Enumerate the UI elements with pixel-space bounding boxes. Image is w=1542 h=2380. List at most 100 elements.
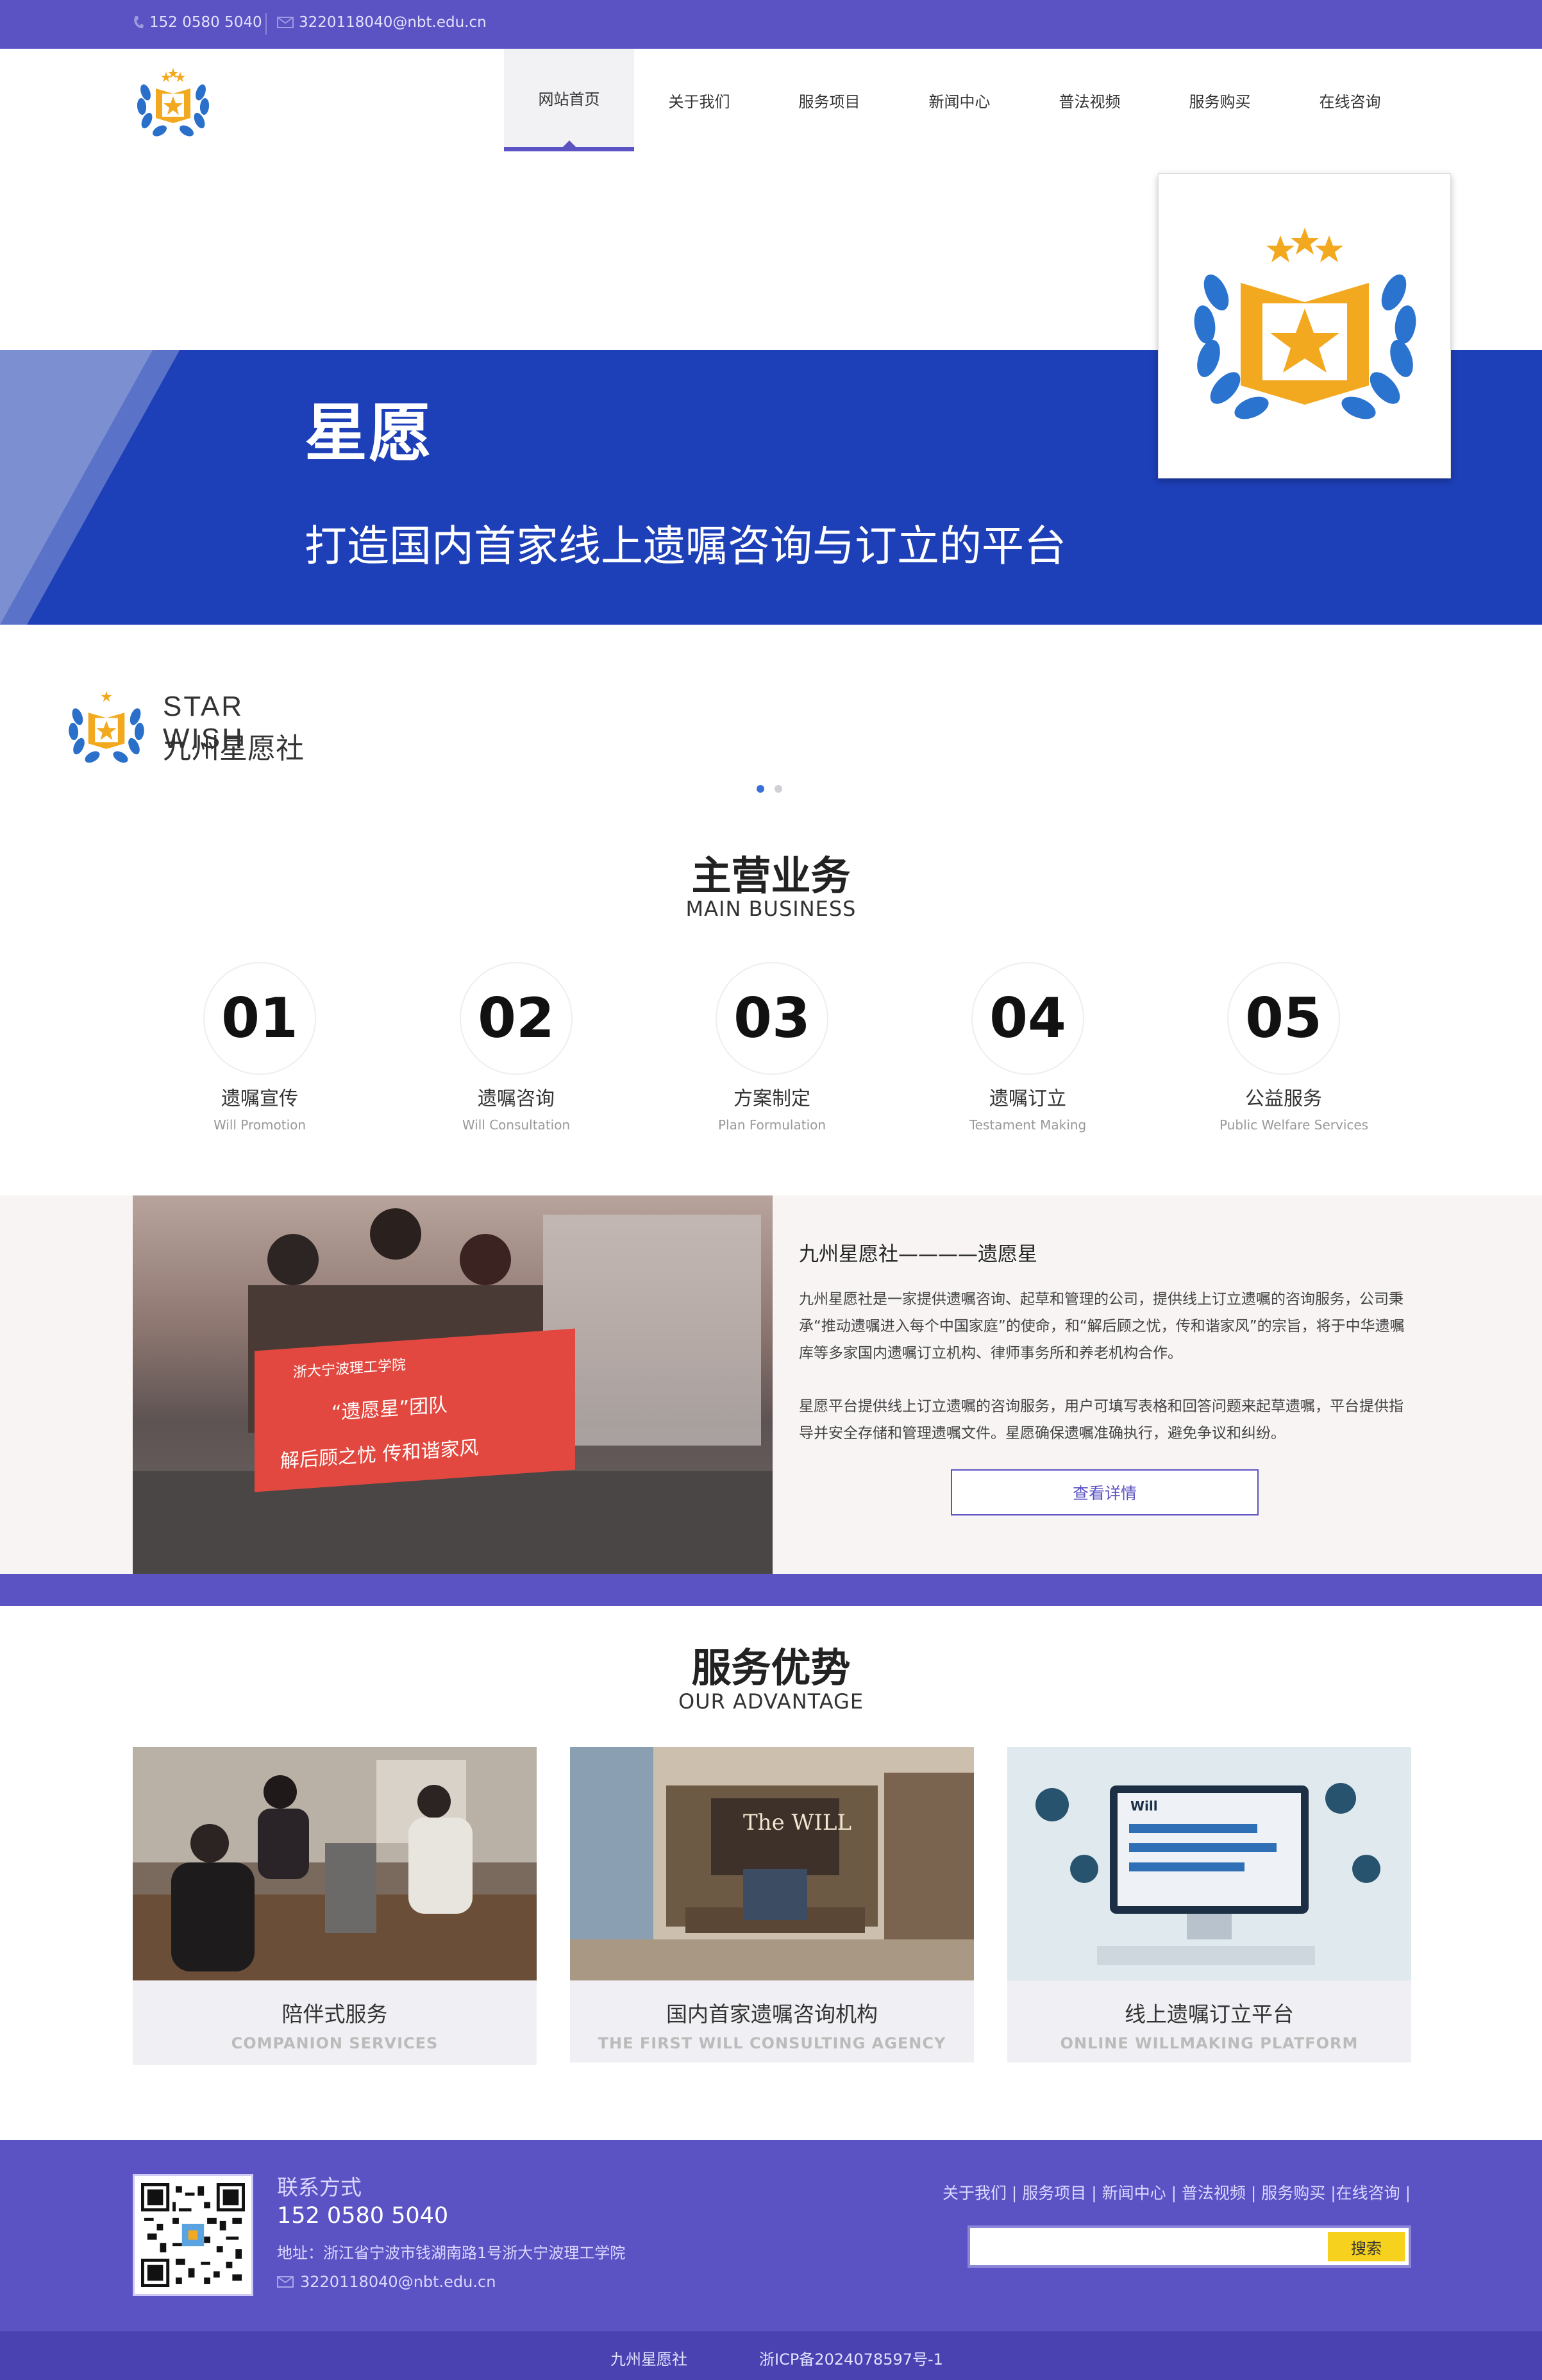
view-details-button[interactable]: 查看详情: [951, 1469, 1259, 1515]
nav-home[interactable]: 网站首页: [504, 49, 634, 151]
nav-consult[interactable]: 在线咨询: [1285, 49, 1415, 151]
mail-icon: [277, 2276, 294, 2288]
footer-search: 搜索: [968, 2225, 1411, 2268]
platform-screen-title: Will: [1130, 1798, 1158, 1814]
carousel-dots: [757, 785, 782, 793]
footer-search-input[interactable]: [970, 2228, 1332, 2265]
advantage-caption-en: COMPANION SERVICES: [231, 2034, 439, 2052]
business-label-en: Testament Making: [969, 1117, 1087, 1133]
team-photo: 浙大宁波理工学院 “遗愿星”团队 解后顾之忧 传和谐家风: [133, 1195, 773, 1574]
bottom-site-name: 九州星愿社: [610, 2350, 687, 2368]
banner-subtitle: 打造国内首家线上遗嘱咨询与订立的平台: [305, 521, 1066, 571]
footer-contact-heading: 联系方式: [277, 2175, 362, 2200]
nav-purchase[interactable]: 服务购买: [1155, 49, 1285, 151]
about-heading: 九州星愿社————遗愿星: [799, 1243, 1037, 1266]
brand-name-cn: 九州星愿社: [163, 732, 304, 765]
advantage-caption: 线上遗嘱订立平台 ONLINE WILLMAKING PLATFORM: [1007, 1980, 1411, 2063]
topbar-email: 3220118040@nbt.edu.cn: [277, 14, 487, 31]
business-item-5[interactable]: 05 公益服务 Public Welfare Services: [1219, 962, 1369, 1133]
advantage-caption-cn: 陪伴式服务: [281, 2002, 388, 2027]
person-head-1: [267, 1234, 319, 1285]
person-head-2: [370, 1208, 421, 1260]
nav-services[interactable]: 服务项目: [764, 49, 894, 151]
about-paragraph-1: 九州星愿社是一家提供遗嘱咨询、起草和管理的公司，提供线上订立遗嘱的咨询服务，公司…: [799, 1291, 1405, 1362]
footer-links[interactable]: 关于我们 | 服务项目 | 新闻中心 | 普法视频 | 服务购买 |在线咨询 |: [943, 2181, 1411, 2204]
nav-about[interactable]: 关于我们: [634, 49, 764, 151]
business-number: 01: [203, 962, 316, 1075]
about-paragraph-2: 星愿平台提供线上订立遗嘱的咨询服务，用户可填写表格和回答问题来起草遗嘱，平台提供…: [799, 1398, 1404, 1442]
business-number: 02: [460, 962, 573, 1075]
red-banner-line-3: 解后顾之忧 传和谐家风: [280, 1437, 479, 1473]
advantage-card-2[interactable]: The WILL 国内首家遗嘱咨询机构 THE FIRST WILL CONSU…: [570, 1747, 974, 2063]
banner-title: 星愿: [305, 397, 433, 470]
section-divider: [0, 1574, 1542, 1606]
footer-email-text: 3220118040@nbt.edu.cn: [300, 2273, 496, 2291]
photo-window: [543, 1215, 761, 1446]
business-number: 03: [716, 962, 828, 1075]
topbar-divider: [265, 13, 267, 35]
qr-code: [133, 2174, 253, 2296]
carousel-dot-1[interactable]: [757, 785, 764, 793]
companion-photo-icon: [133, 1747, 537, 1980]
business-label-en: Will Promotion: [213, 1117, 306, 1133]
footer-phone: 152 0580 5040: [277, 2203, 449, 2229]
footer-search-button[interactable]: 搜索: [1328, 2232, 1405, 2261]
advantage-caption-cn: 国内首家遗嘱咨询机构: [666, 2002, 878, 2027]
business-item-2[interactable]: 02 遗嘱咨询 Will Consultation: [452, 962, 580, 1133]
office-sign-text: The WILL: [743, 1810, 852, 1836]
advantage-title: 服务优势: [691, 1644, 851, 1691]
top-bar: 152 0580 5040 3220118040@nbt.edu.cn: [0, 0, 1542, 49]
red-banner-line-1: 浙大宁波理工学院: [293, 1356, 406, 1381]
topbar-phone: 152 0580 5040: [133, 14, 262, 31]
nav-news[interactable]: 新闻中心: [894, 49, 1025, 151]
advantage-caption-cn: 线上遗嘱订立平台: [1125, 2002, 1294, 2027]
qr-code-icon: [141, 2183, 245, 2287]
advantage-card-1[interactable]: 陪伴式服务 COMPANION SERVICES: [133, 1747, 537, 2065]
business-item-1[interactable]: 01 遗嘱宣传 Will Promotion: [196, 962, 324, 1133]
platform-photo-icon: [1007, 1747, 1411, 1980]
banner-logo-emblem: [1194, 228, 1416, 419]
photo-ground: [133, 1471, 773, 1574]
business-label-en: Plan Formulation: [717, 1117, 826, 1133]
business-item-4[interactable]: 04 遗嘱订立 Testament Making: [964, 962, 1092, 1133]
business-label: 方案制定: [733, 1088, 810, 1110]
red-banner-line-2: “遗愿星”团队: [331, 1394, 448, 1425]
phone-icon: [134, 16, 144, 29]
advantage-card-3[interactable]: Will 线上遗嘱订立平台 ONLINE WILLMAKING PLATFORM: [1007, 1747, 1411, 2063]
business-title: 主营业务: [691, 852, 851, 899]
business-label: 遗嘱订立: [989, 1088, 1066, 1110]
topbar-phone-text: 152 0580 5040: [149, 14, 262, 31]
site-logo[interactable]: [131, 60, 215, 140]
carousel-dot-2[interactable]: [775, 785, 782, 793]
business-label-en: Will Consultation: [462, 1117, 571, 1133]
footer-address: 地址：浙江省宁波市钱湖南路1号浙大宁波理工学院: [277, 2244, 626, 2262]
business-label: 公益服务: [1245, 1088, 1322, 1110]
business-label-en: Public Welfare Services: [1219, 1117, 1369, 1133]
advantage-caption: 陪伴式服务 COMPANION SERVICES: [133, 1980, 537, 2065]
advantage-image-platform: Will: [1007, 1747, 1411, 1980]
business-number: 04: [971, 962, 1084, 1075]
business-label: 遗嘱咨询: [478, 1088, 555, 1110]
topbar-email-text: 3220118040@nbt.edu.cn: [299, 14, 487, 31]
advantage-image-companion: [133, 1747, 537, 1980]
brand-logo-icon: [69, 691, 144, 763]
banner-logo-card: [1158, 173, 1451, 478]
business-label: 遗嘱宣传: [221, 1088, 298, 1110]
business-number: 05: [1227, 962, 1340, 1075]
bottom-icp[interactable]: 浙ICP备2024078597号-1: [759, 2347, 943, 2369]
advantage-caption: 国内首家遗嘱咨询机构 THE FIRST WILL CONSULTING AGE…: [570, 1980, 974, 2063]
advantage-caption-en: ONLINE WILLMAKING PLATFORM: [1060, 2034, 1359, 2052]
brand-block: STAR WISH 九州星愿社: [62, 683, 331, 766]
business-item-3[interactable]: 03 方案制定 Plan Formulation: [708, 962, 836, 1133]
nav-law-videos[interactable]: 普法视频: [1025, 49, 1155, 151]
advantage-subtitle: OUR ADVANTAGE: [678, 1689, 864, 1714]
advantage-image-office: The WILL: [570, 1747, 974, 1980]
business-subtitle: MAIN BUSINESS: [685, 897, 857, 921]
bottom-bar: 九州星愿社 浙ICP备2024078597号-1: [0, 2331, 1542, 2380]
footer-email: 3220118040@nbt.edu.cn: [277, 2273, 496, 2291]
mail-icon: [277, 17, 294, 28]
person-head-3: [460, 1234, 511, 1285]
red-banner: 浙大宁波理工学院 “遗愿星”团队 解后顾之忧 传和谐家风: [255, 1328, 575, 1492]
office-photo-icon: [570, 1747, 974, 1980]
advantage-caption-en: THE FIRST WILL CONSULTING AGENCY: [598, 2034, 946, 2052]
